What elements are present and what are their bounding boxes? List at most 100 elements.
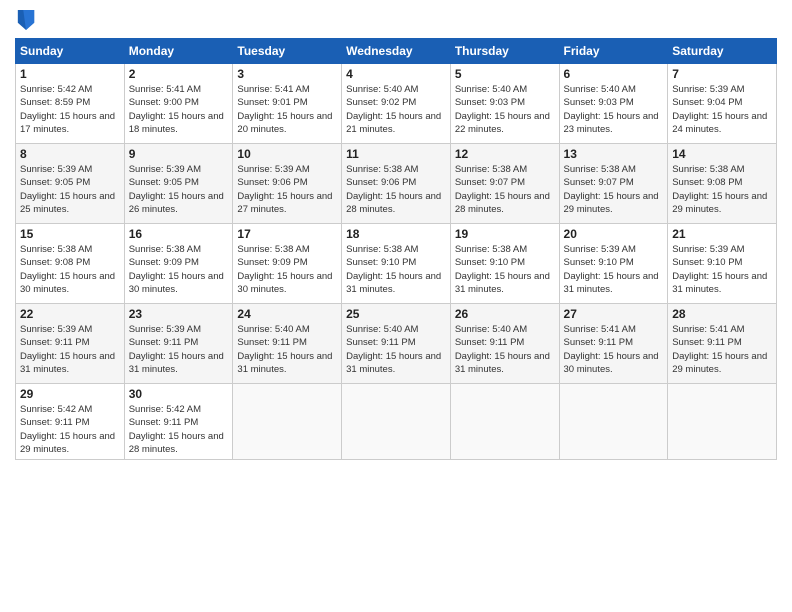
day-info: Sunrise: 5:40 AMSunset: 9:11 PMDaylight:… <box>237 323 337 376</box>
day-number: 10 <box>237 147 337 161</box>
calendar-cell: 3Sunrise: 5:41 AMSunset: 9:01 PMDaylight… <box>233 64 342 144</box>
calendar-cell: 8 Sunrise: 5:39 AMSunset: 9:05 PMDaylight… <box>16 144 125 224</box>
weekday-header-cell: Sunday <box>16 39 125 64</box>
calendar-cell: 17 Sunrise: 5:38 AMSunset: 9:09 PMDayligh… <box>233 224 342 304</box>
day-info: Sunrise: 5:39 AMSunset: 9:04 PMDaylight:… <box>672 83 772 136</box>
calendar-cell: 23 Sunrise: 5:39 AMSunset: 9:11 PMDayligh… <box>124 304 233 384</box>
calendar-cell <box>233 384 342 460</box>
day-info: Sunrise: 5:40 AMSunset: 9:11 PMDaylight:… <box>346 323 446 376</box>
calendar-cell: 10 Sunrise: 5:39 AMSunset: 9:06 PMDayligh… <box>233 144 342 224</box>
day-number: 17 <box>237 227 337 241</box>
day-number: 16 <box>129 227 229 241</box>
calendar-week-row: 1 Sunrise: 5:42 AMSunset: 8:59 PMDaylight… <box>16 64 777 144</box>
day-info: Sunrise: 5:39 AMSunset: 9:05 PMDaylight:… <box>129 163 229 216</box>
calendar-cell: 25 Sunrise: 5:40 AMSunset: 9:11 PMDayligh… <box>342 304 451 384</box>
weekday-header-cell: Saturday <box>668 39 777 64</box>
calendar-cell: 2Sunrise: 5:41 AMSunset: 9:00 PMDaylight… <box>124 64 233 144</box>
day-info: Sunrise: 5:41 AMSunset: 9:11 PMDaylight:… <box>564 323 664 376</box>
day-info: Sunrise: 5:40 AMSunset: 9:11 PMDaylight:… <box>455 323 555 376</box>
calendar-cell: 5 Sunrise: 5:40 AMSunset: 9:03 PMDaylight… <box>450 64 559 144</box>
calendar-cell: 4 Sunrise: 5:40 AMSunset: 9:02 PMDaylight… <box>342 64 451 144</box>
calendar-cell <box>450 384 559 460</box>
calendar-cell: 30 Sunrise: 5:42 AMSunset: 9:11 PMDayligh… <box>124 384 233 460</box>
page: SundayMondayTuesdayWednesdayThursdayFrid… <box>0 0 792 612</box>
calendar-body: 1 Sunrise: 5:42 AMSunset: 8:59 PMDaylight… <box>16 64 777 460</box>
day-info: Sunrise: 5:38 AMSunset: 9:08 PMDaylight:… <box>20 243 120 296</box>
day-number: 23 <box>129 307 229 321</box>
weekday-header-cell: Monday <box>124 39 233 64</box>
day-number: 13 <box>564 147 664 161</box>
logo-icon <box>17 10 35 30</box>
day-info: Sunrise: 5:38 AMSunset: 9:10 PMDaylight:… <box>346 243 446 296</box>
day-number: 4 <box>346 67 446 81</box>
day-number: 8 <box>20 147 120 161</box>
calendar-cell: 9 Sunrise: 5:39 AMSunset: 9:05 PMDaylight… <box>124 144 233 224</box>
calendar-cell: 6Sunrise: 5:40 AMSunset: 9:03 PMDaylight… <box>559 64 668 144</box>
day-info: Sunrise: 5:38 AMSunset: 9:06 PMDaylight:… <box>346 163 446 216</box>
calendar-cell: 18 Sunrise: 5:38 AMSunset: 9:10 PMDayligh… <box>342 224 451 304</box>
day-info: Sunrise: 5:39 AMSunset: 9:11 PMDaylight:… <box>129 323 229 376</box>
day-info: Sunrise: 5:41 AMSunset: 9:11 PMDaylight:… <box>672 323 772 376</box>
calendar-table: SundayMondayTuesdayWednesdayThursdayFrid… <box>15 38 777 460</box>
calendar-week-row: 8 Sunrise: 5:39 AMSunset: 9:05 PMDaylight… <box>16 144 777 224</box>
day-number: 24 <box>237 307 337 321</box>
day-number: 9 <box>129 147 229 161</box>
day-number: 2 <box>129 67 229 81</box>
day-info: Sunrise: 5:38 AMSunset: 9:09 PMDaylight:… <box>237 243 337 296</box>
day-info: Sunrise: 5:39 AMSunset: 9:11 PMDaylight:… <box>20 323 120 376</box>
day-info: Sunrise: 5:42 AMSunset: 8:59 PMDaylight:… <box>20 83 120 136</box>
day-info: Sunrise: 5:38 AMSunset: 9:09 PMDaylight:… <box>129 243 229 296</box>
day-number: 11 <box>346 147 446 161</box>
calendar-cell: 14 Sunrise: 5:38 AMSunset: 9:08 PMDayligh… <box>668 144 777 224</box>
day-number: 1 <box>20 67 120 81</box>
day-number: 7 <box>672 67 772 81</box>
calendar-cell: 29 Sunrise: 5:42 AMSunset: 9:11 PMDayligh… <box>16 384 125 460</box>
day-info: Sunrise: 5:39 AMSunset: 9:06 PMDaylight:… <box>237 163 337 216</box>
calendar-cell: 16 Sunrise: 5:38 AMSunset: 9:09 PMDayligh… <box>124 224 233 304</box>
day-info: Sunrise: 5:38 AMSunset: 9:07 PMDaylight:… <box>564 163 664 216</box>
day-info: Sunrise: 5:40 AMSunset: 9:03 PMDaylight:… <box>455 83 555 136</box>
day-number: 18 <box>346 227 446 241</box>
logo <box>15 10 35 30</box>
calendar-cell: 24 Sunrise: 5:40 AMSunset: 9:11 PMDayligh… <box>233 304 342 384</box>
calendar-cell: 7 Sunrise: 5:39 AMSunset: 9:04 PMDaylight… <box>668 64 777 144</box>
header <box>15 10 777 30</box>
day-number: 25 <box>346 307 446 321</box>
day-info: Sunrise: 5:39 AMSunset: 9:10 PMDaylight:… <box>672 243 772 296</box>
calendar-cell <box>668 384 777 460</box>
weekday-header-cell: Friday <box>559 39 668 64</box>
day-info: Sunrise: 5:42 AMSunset: 9:11 PMDaylight:… <box>20 403 120 456</box>
day-number: 20 <box>564 227 664 241</box>
day-number: 6 <box>564 67 664 81</box>
day-number: 27 <box>564 307 664 321</box>
logo-text <box>15 10 35 30</box>
calendar-cell: 27 Sunrise: 5:41 AMSunset: 9:11 PMDayligh… <box>559 304 668 384</box>
calendar-cell: 12 Sunrise: 5:38 AMSunset: 9:07 PMDayligh… <box>450 144 559 224</box>
calendar-cell: 13 Sunrise: 5:38 AMSunset: 9:07 PMDayligh… <box>559 144 668 224</box>
calendar-cell: 22Sunrise: 5:39 AMSunset: 9:11 PMDayligh… <box>16 304 125 384</box>
calendar-cell: 21Sunrise: 5:39 AMSunset: 9:10 PMDayligh… <box>668 224 777 304</box>
weekday-header-cell: Wednesday <box>342 39 451 64</box>
calendar-cell: 26Sunrise: 5:40 AMSunset: 9:11 PMDayligh… <box>450 304 559 384</box>
day-info: Sunrise: 5:42 AMSunset: 9:11 PMDaylight:… <box>129 403 229 456</box>
day-number: 14 <box>672 147 772 161</box>
day-info: Sunrise: 5:39 AMSunset: 9:05 PMDaylight:… <box>20 163 120 216</box>
calendar-cell: 19 Sunrise: 5:38 AMSunset: 9:10 PMDayligh… <box>450 224 559 304</box>
day-info: Sunrise: 5:40 AMSunset: 9:02 PMDaylight:… <box>346 83 446 136</box>
calendar-cell <box>342 384 451 460</box>
day-info: Sunrise: 5:38 AMSunset: 9:10 PMDaylight:… <box>455 243 555 296</box>
day-number: 29 <box>20 387 120 401</box>
weekday-header-cell: Thursday <box>450 39 559 64</box>
day-number: 28 <box>672 307 772 321</box>
day-number: 19 <box>455 227 555 241</box>
day-number: 3 <box>237 67 337 81</box>
day-number: 30 <box>129 387 229 401</box>
day-info: Sunrise: 5:38 AMSunset: 9:07 PMDaylight:… <box>455 163 555 216</box>
weekday-header-cell: Tuesday <box>233 39 342 64</box>
day-info: Sunrise: 5:38 AMSunset: 9:08 PMDaylight:… <box>672 163 772 216</box>
calendar-cell: 20Sunrise: 5:39 AMSunset: 9:10 PMDayligh… <box>559 224 668 304</box>
day-number: 5 <box>455 67 555 81</box>
calendar-cell: 28 Sunrise: 5:41 AMSunset: 9:11 PMDayligh… <box>668 304 777 384</box>
day-number: 12 <box>455 147 555 161</box>
weekday-header-row: SundayMondayTuesdayWednesdayThursdayFrid… <box>16 39 777 64</box>
